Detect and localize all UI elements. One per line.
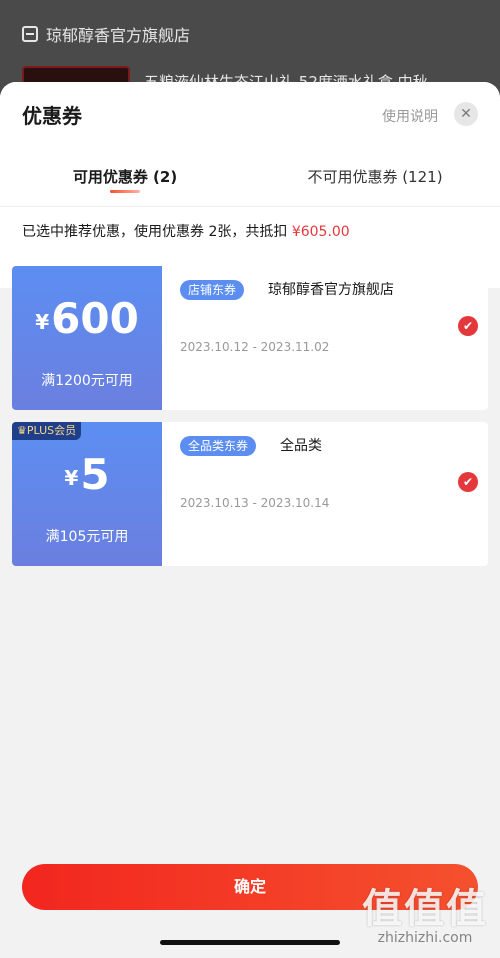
currency-symbol: ¥ [64,466,79,490]
coupon-sheet: 优惠券 使用说明 ✕ 可用优惠券 (2) 不可用优惠券 (121) 已选中推荐优… [0,82,500,958]
summary-amount: ¥605.00 [291,224,350,240]
coupon-amount: ¥600 [12,294,162,343]
store-icon [22,26,38,42]
watermark-glyphs: 值值值 [362,886,488,932]
coupon-validity-date: 2023.10.13 - 2023.10.14 [180,496,330,510]
coupon-validity-date: 2023.10.12 - 2023.11.02 [180,340,330,354]
coupon-card[interactable]: ♛PLUS会员 ¥5 满105元可用 全品类东券 全品类 2023.10.13 … [12,422,488,566]
currency-symbol: ¥ [35,310,50,334]
active-tab-indicator [110,190,140,193]
selection-summary: 已选中推荐优惠，使用优惠券 2张，共抵扣 ¥605.00 [0,206,500,248]
coupon-store-name: 琼郁醇香官方旗舰店 [268,282,394,298]
selected-check-icon[interactable]: ✔ [458,472,478,492]
coupon-condition: 满1200元可用 [41,373,133,389]
selected-check-icon[interactable]: ✔ [458,316,478,336]
tab-label: 不可用优惠券 (121) [307,168,443,186]
coupon-store-name: 全品类 [280,438,322,454]
tab-label: 可用优惠券 (2) [72,168,178,186]
sheet-header: 优惠券 使用说明 ✕ 可用优惠券 (2) 不可用优惠券 (121) 已选中推荐优… [0,82,500,288]
sheet-title: 优惠券 [22,104,82,128]
coupon-type-tag: 店铺东券 [180,280,245,300]
background-store-row: 琼郁醇香官方旗舰店 [22,22,190,46]
coupon-card[interactable]: ¥600 满1200元可用 店铺东券 琼郁醇香官方旗舰店 2023.10.12 … [12,266,488,410]
summary-text: 已选中推荐优惠，使用优惠券 2张，共抵扣 [22,224,292,240]
home-indicator [160,940,340,945]
watermark-url: zhizhizhi.com [377,930,473,946]
coupon-value-panel: ♛PLUS会员 ¥5 满105元可用 [12,422,162,566]
coupon-tabs: 可用优惠券 (2) 不可用优惠券 (121) [0,164,500,206]
coupon-condition: 满105元可用 [45,529,129,545]
tab-available-coupons[interactable]: 可用优惠券 (2) [0,164,250,206]
coupon-type-tag: 全品类东券 [180,436,257,456]
usage-help-link[interactable]: 使用说明 [382,106,438,126]
tab-unavailable-coupons[interactable]: 不可用优惠券 (121) [250,164,500,206]
watermark-logo: 值值值 zhizhizhi.com [362,876,488,946]
background-store-name: 琼郁醇香官方旗舰店 [46,26,191,45]
coupon-info-panel: 店铺东券 琼郁醇香官方旗舰店 2023.10.12 - 2023.11.02 ✔ [162,266,488,410]
coupon-info-panel: 全品类东券 全品类 2023.10.13 - 2023.10.14 ✔ [162,422,488,566]
coupon-amount: ¥5 [12,450,162,499]
coupon-amount-value: 600 [51,294,139,343]
coupon-amount-value: 5 [80,450,110,499]
plus-member-badge: ♛PLUS会员 [12,422,82,440]
close-icon: ✕ [460,106,472,122]
coupon-value-panel: ¥600 满1200元可用 [12,266,162,410]
close-button[interactable]: ✕ [454,102,478,126]
